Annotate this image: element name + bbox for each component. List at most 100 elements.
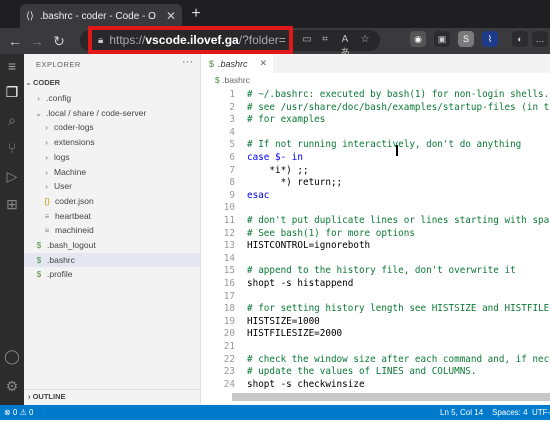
new-tab-button[interactable]: +: [186, 4, 206, 24]
url-field[interactable]: 🔒︎ https://vscode.ilovef.ga/?folder=: [88, 26, 293, 54]
run-debug-icon[interactable]: ▷: [0, 164, 24, 188]
url-host: vscode.ilovef.ga: [145, 33, 239, 47]
line-number: 4: [229, 126, 235, 138]
indentation[interactable]: Spaces: 4: [492, 405, 528, 420]
browser-tab-strip: ⟨⟩ .bashrc - coder - Code - O ✕ +: [0, 0, 550, 28]
line-number: 10: [223, 202, 235, 214]
account-icon[interactable]: ◯: [0, 344, 24, 368]
explorer-item[interactable]: › User: [24, 179, 200, 193]
search-icon[interactable]: ⌕: [0, 108, 24, 132]
line-number: 24: [223, 378, 235, 390]
qr-code-icon[interactable]: ⌗: [318, 33, 332, 47]
collections-icon[interactable]: ▣: [434, 31, 450, 47]
file-icon: ≡: [44, 226, 50, 236]
horizontal-scrollbar[interactable]: [232, 393, 550, 401]
explorer-item[interactable]: {} coder.json: [24, 194, 200, 208]
code-editor[interactable]: 1 # ~/.bashrc: executed by bash(1) for no…: [201, 87, 550, 395]
line-number: 7: [229, 164, 235, 176]
line-number: 18: [223, 303, 235, 315]
code-line: shopt -s checkwinsize: [247, 378, 365, 390]
activity-bar: ≡ ❐ ⌕ ⑂ ▷ ⊞ ◯ ⚙: [0, 54, 24, 405]
menu-icon[interactable]: …: [532, 31, 548, 47]
explorer-header: EXPLORER: [36, 60, 81, 69]
chevron-right-icon: ›: [45, 151, 48, 162]
explorer-item[interactable]: ≡ machineid: [24, 223, 200, 237]
line-number: 19: [223, 315, 235, 327]
settings-gear-icon[interactable]: ⚙: [0, 374, 24, 398]
chevron-right-icon: ›: [45, 122, 48, 133]
line-number: 23: [223, 366, 235, 378]
reader-icon[interactable]: ▭: [300, 33, 314, 47]
browser-tab[interactable]: ⟨⟩ .bashrc - coder - Code - O ✕: [20, 4, 182, 28]
breadcrumb[interactable]: $ .bashrc: [201, 73, 550, 87]
profile-icon[interactable]: ◐: [512, 31, 528, 47]
chevron-right-icon: ›: [28, 392, 31, 401]
shell-file-icon: $: [215, 75, 220, 85]
line-number: 9: [229, 189, 235, 201]
code-line: case $- in: [247, 152, 303, 163]
code-line: # If not running interactively, don't do…: [247, 139, 522, 151]
close-icon[interactable]: ✕: [259, 58, 267, 69]
explorer-item[interactable]: ⌄ .local / share / code-server: [24, 106, 200, 120]
line-number: 22: [223, 353, 235, 365]
forward-icon[interactable]: →: [26, 30, 48, 52]
chevron-right-icon: ›: [45, 181, 48, 192]
explorer-item[interactable]: $ .bash_logout: [24, 238, 200, 252]
code-line: # for setting history length see HISTSIZ…: [247, 303, 550, 315]
source-control-icon[interactable]: ⑂: [0, 136, 24, 160]
shell-file-icon: $: [36, 241, 42, 250]
code-line: # update the values of LINES and COLUMNS…: [247, 366, 477, 378]
explorer-item[interactable]: $ .profile: [24, 267, 200, 281]
reload-icon[interactable]: ↻: [48, 30, 70, 52]
chevron-down-icon: ⌄: [34, 107, 43, 118]
code-line: # append to the history file, don't over…: [247, 265, 516, 277]
skype-icon[interactable]: S: [458, 31, 474, 47]
code-server-icon: ⟨⟩: [26, 10, 34, 22]
line-number: 13: [223, 240, 235, 252]
more-actions-icon[interactable]: ···: [182, 56, 193, 68]
code-line: # ~/.bashrc: executed by bash(1) for non…: [247, 89, 550, 100]
explorer-item[interactable]: › extensions: [24, 135, 200, 149]
code-line: # see /usr/share/doc/bash/examples/start…: [247, 101, 550, 113]
shell-file-icon: $: [209, 58, 215, 69]
extension-icon[interactable]: ◉: [410, 31, 426, 47]
encoding[interactable]: UTF-8: [532, 405, 550, 435]
code-line: *) return;;: [247, 177, 343, 189]
chevron-right-icon: ›: [45, 166, 48, 177]
explorer-item[interactable]: › Machine: [24, 165, 200, 179]
extensions-icon[interactable]: ⊞: [0, 192, 24, 216]
line-number: 3: [229, 114, 235, 126]
code-line: # check the window size after each comma…: [247, 353, 550, 365]
explorer-item[interactable]: ≡ heartbeat: [24, 209, 200, 223]
status-bar: ⊗ 0 ⚠ 0 Ln 5, Col 14 Spaces: 4 UTF-8: [0, 405, 550, 432]
stocks-extension-icon[interactable]: ⌇: [482, 31, 498, 47]
code-line: *i*) ;;: [247, 164, 309, 176]
menu-icon[interactable]: ≡: [0, 54, 24, 78]
line-number: 5: [229, 139, 235, 151]
code-line: HISTCONTROL=ignoreboth: [247, 240, 371, 252]
code-line: # don't put duplicate lines or lines sta…: [247, 215, 550, 226]
problems-indicator[interactable]: ⊗ 0 ⚠ 0: [4, 405, 33, 420]
file-icon: ≡: [44, 211, 50, 221]
explorer-item[interactable]: › .config: [24, 91, 200, 105]
line-number: 2: [229, 101, 235, 113]
close-tab-icon[interactable]: ✕: [166, 9, 176, 23]
browser-tab-title: .bashrc - coder - Code - O: [39, 10, 156, 22]
line-number: 14: [223, 252, 235, 264]
back-icon[interactable]: ←: [4, 30, 26, 52]
editor-tab-bashrc[interactable]: $ .bashrc ✕: [201, 54, 273, 73]
chevron-down-icon: ⌄: [25, 78, 32, 87]
explorer-item[interactable]: › logs: [24, 150, 200, 164]
code-line: # for examples: [247, 114, 326, 126]
explorer-item[interactable]: › coder-logs: [24, 120, 200, 134]
outline-section[interactable]: › OUTLINE: [24, 389, 200, 403]
code-line: HISTSIZE=1000: [247, 315, 320, 327]
cursor-position[interactable]: Ln 5, Col 14: [440, 405, 483, 420]
explorer-item[interactable]: $ .bashrc: [24, 252, 200, 267]
code-line: HISTFILESIZE=2000: [247, 328, 343, 340]
explorer-icon[interactable]: ❐: [0, 80, 24, 104]
editor-tab-label: .bashrc: [218, 58, 248, 69]
read-aloud-icon[interactable]: Aあ: [338, 33, 352, 59]
favorite-icon[interactable]: ☆: [358, 33, 372, 47]
workspace-root[interactable]: ⌄CODER: [24, 76, 200, 90]
